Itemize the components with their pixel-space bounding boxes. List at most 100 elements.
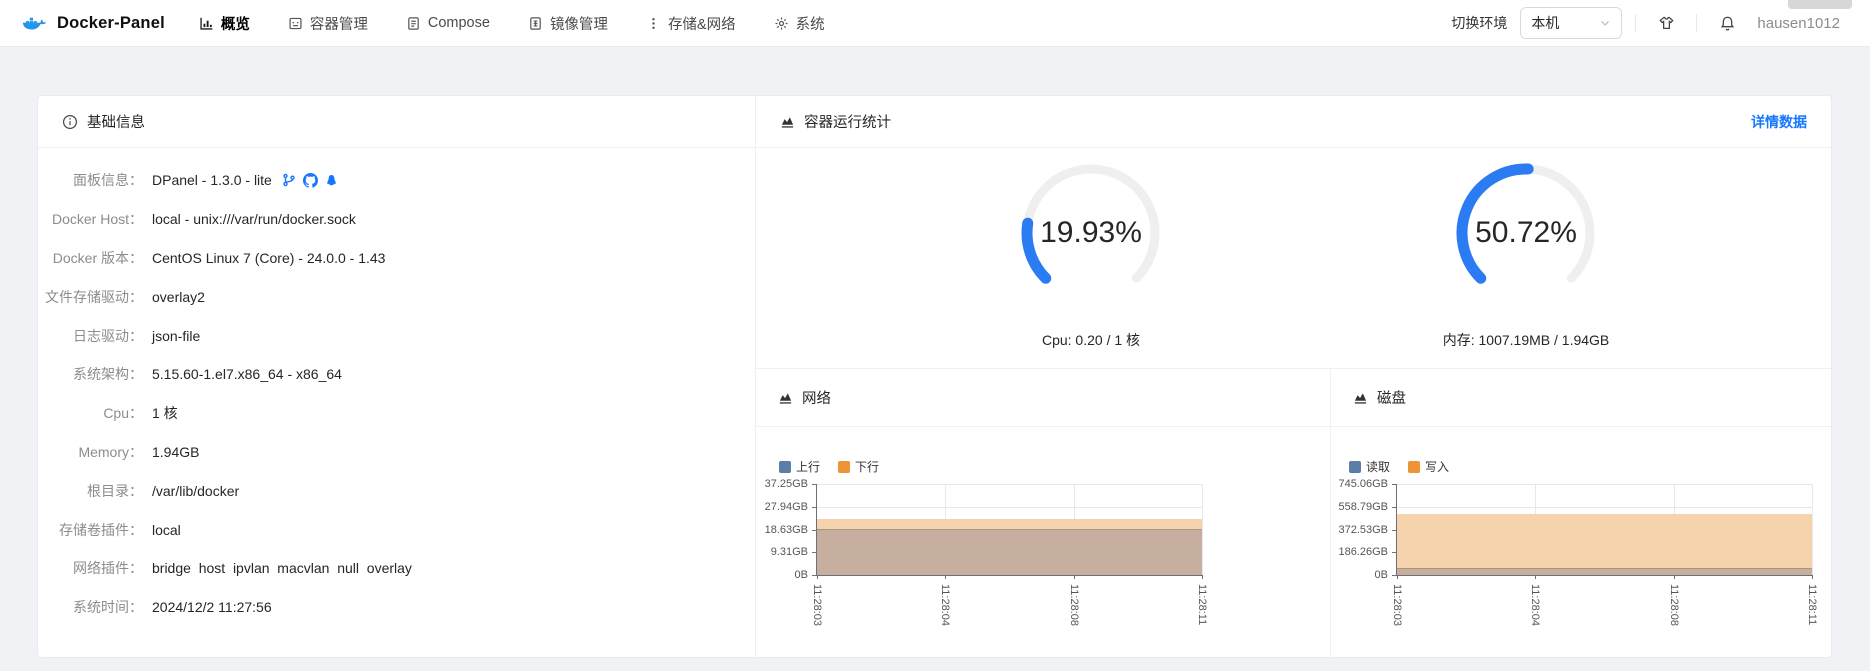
info-label: Memory： bbox=[78, 443, 143, 460]
series-area bbox=[817, 528, 1202, 575]
x-axis-label: 11:28:04 bbox=[1529, 584, 1542, 627]
basic-info-section: 基础信息 面板信息： DPanel - 1.3.0 - lite Docker Ho… bbox=[38, 96, 756, 657]
cpu-gauge-value: 19.93% bbox=[1040, 216, 1142, 249]
y-axis-label: 27.94GB bbox=[764, 500, 808, 513]
menu-label: Compose bbox=[427, 15, 490, 31]
env-switch-label: 切换环境 bbox=[1451, 15, 1508, 31]
area-chart-icon bbox=[780, 114, 795, 129]
chart-legend: 上行 下行 bbox=[779, 458, 879, 475]
panel-link-icons bbox=[282, 172, 338, 188]
github-icon[interactable] bbox=[302, 172, 318, 188]
charts-row: 网络 上行 下行 37.25GB 27.94GB 18.63GB 9.31GB 0B 11:2… bbox=[756, 369, 1831, 657]
legend-label: 上行 bbox=[796, 460, 821, 474]
x-axis-label: 11:28:11 bbox=[1806, 584, 1818, 626]
info-row: Docker Host： local - unix:///var/run/dock… bbox=[38, 200, 755, 239]
info-label: 系统时间： bbox=[73, 599, 143, 616]
y-axis-label: 372.53GB bbox=[1338, 523, 1388, 536]
menu-item-images[interactable]: 镜像管理 bbox=[528, 13, 608, 34]
theme-tshirt-icon[interactable] bbox=[1649, 6, 1683, 40]
series-area bbox=[1397, 567, 1812, 575]
disk-chart-panel: 磁盘 读取 写入 745.06GB 558.79GB 372.53GB 186.26GB 0… bbox=[1331, 369, 1831, 657]
info-value: CentOS Linux 7 (Core) - 24.0.0 - 1.43 bbox=[152, 249, 386, 266]
image-file-icon bbox=[528, 16, 543, 31]
info-row: Docker 版本： CentOS Linux 7 (Core) - 24.0.0… bbox=[38, 239, 755, 278]
main-menu: 概览 容器管理 Compose 镜像管理 存储&网络 系统 bbox=[199, 13, 825, 34]
plot-area: 745.06GB 558.79GB 372.53GB 186.26GB 0B 11:28:… bbox=[1338, 478, 1818, 626]
qq-penguin-icon[interactable] bbox=[325, 173, 338, 188]
legend-item[interactable]: 上行 bbox=[779, 458, 820, 475]
info-label: 存储卷插件： bbox=[59, 521, 143, 538]
legend-item[interactable]: 下行 bbox=[838, 458, 879, 475]
legend-item[interactable]: 写入 bbox=[1408, 458, 1449, 475]
x-axis-label: 11:28:03 bbox=[811, 584, 823, 627]
brand[interactable]: Docker-Panel bbox=[22, 13, 165, 33]
y-axis-label: 0B bbox=[1374, 569, 1388, 581]
info-row: 存储卷插件： local bbox=[38, 510, 755, 549]
top-navbar: Docker-Panel 概览 容器管理 Compose 镜像管理 存储&网络 … bbox=[0, 0, 1870, 47]
series-area bbox=[1397, 513, 1812, 575]
notification-bell-icon[interactable] bbox=[1710, 6, 1744, 40]
info-row: 日志驱动： json-file bbox=[38, 316, 755, 355]
legend-marker bbox=[1349, 460, 1361, 473]
disk-chart: 读取 写入 745.06GB 558.79GB 372.53GB 186.26GB 0B 11… bbox=[1331, 427, 1831, 657]
info-row: Cpu： 1 核 bbox=[38, 394, 755, 433]
info-value: json-file bbox=[152, 327, 201, 344]
info-row: Memory： 1.94GB bbox=[38, 433, 755, 472]
network-panel-title: 网络 bbox=[802, 391, 831, 407]
corner-overlay bbox=[1788, 0, 1852, 9]
memory-gauge-label: 内存: 1007.19MB / 1.94GB bbox=[1442, 332, 1610, 348]
chevron-down-icon bbox=[1599, 17, 1611, 29]
x-axis-label: 11:28:08 bbox=[1067, 584, 1080, 627]
legend-marker bbox=[779, 460, 791, 473]
info-row: 网络插件： bridge host ipvlan macvlan null ove… bbox=[38, 549, 755, 588]
stats-section: 容器运行统计 详情数据 19.93% Cpu: 0.20 / 1 核 50.72… bbox=[756, 96, 1831, 657]
container-stats-title: 容器运行统计 bbox=[804, 115, 891, 131]
plot-area: 37.25GB 27.94GB 18.63GB 9.31GB 0B 11:28:03 11:… bbox=[765, 478, 1208, 626]
container-stats-header: 容器运行统计 详情数据 bbox=[756, 96, 1831, 148]
info-label: 日志驱动： bbox=[73, 327, 143, 344]
basic-info-title: 基础信息 bbox=[87, 115, 145, 131]
menu-label: 镜像管理 bbox=[549, 16, 608, 33]
cpu-gauge: 19.93% Cpu: 0.20 / 1 核 bbox=[981, 158, 1201, 350]
info-value: overlay2 bbox=[152, 288, 205, 305]
system-gear-icon bbox=[774, 16, 789, 31]
legend-marker bbox=[838, 460, 851, 473]
username[interactable]: hausen1012 bbox=[1757, 15, 1840, 32]
x-axis-label: 11:28:08 bbox=[1667, 584, 1680, 627]
info-value: 2024/12/2 11:27:56 bbox=[152, 599, 272, 616]
info-label: 系统架构： bbox=[73, 366, 143, 383]
disk-panel-header: 磁盘 bbox=[1331, 369, 1831, 427]
info-label: 文件存储驱动： bbox=[45, 288, 143, 305]
chart-legend: 读取 写入 bbox=[1349, 458, 1449, 475]
menu-item-containers[interactable]: 容器管理 bbox=[288, 13, 368, 34]
x-axis-label: 11:28:04 bbox=[939, 584, 952, 627]
info-value: 5.15.60-1.el7.x86_64 - x86_64 bbox=[152, 366, 342, 383]
info-row: 根目录： /var/lib/docker bbox=[38, 471, 755, 510]
legend-label: 写入 bbox=[1425, 460, 1450, 474]
area-chart-icon bbox=[1353, 390, 1368, 405]
menu-item-overview[interactable]: 概览 bbox=[199, 13, 250, 34]
legend-item[interactable]: 读取 bbox=[1349, 458, 1390, 475]
info-value: 1.94GB bbox=[152, 443, 200, 460]
info-row: 文件存储驱动： overlay2 bbox=[38, 277, 755, 316]
git-branch-icon[interactable] bbox=[282, 173, 296, 187]
y-axis-label: 186.26GB bbox=[1338, 546, 1388, 559]
network-chart-panel: 网络 上行 下行 37.25GB 27.94GB 18.63GB 9.31GB 0B 11:2… bbox=[756, 369, 1331, 657]
info-value: /var/lib/docker bbox=[152, 482, 240, 499]
menu-item-system[interactable]: 系统 bbox=[774, 13, 825, 34]
info-label: Cpu： bbox=[103, 405, 143, 422]
y-axis-label: 0B bbox=[794, 569, 808, 581]
navbar-right: 切换环境 本机 hausen1012 bbox=[1451, 6, 1870, 40]
detail-data-link[interactable]: 详情数据 bbox=[1751, 112, 1807, 132]
environment-select[interactable]: 本机 bbox=[1520, 7, 1623, 39]
overview-chart-icon bbox=[199, 16, 214, 31]
menu-item-compose[interactable]: Compose bbox=[406, 15, 490, 31]
network-chart: 上行 下行 37.25GB 27.94GB 18.63GB 9.31GB 0B 11:28:0… bbox=[756, 427, 1330, 657]
menu-label: 存储&网络 bbox=[667, 16, 736, 33]
area-chart-icon bbox=[778, 390, 793, 405]
x-axis-label: 11:28:03 bbox=[1391, 584, 1403, 627]
storage-network-dots-icon bbox=[646, 16, 661, 31]
info-value: local - unix:///var/run/docker.sock bbox=[152, 211, 356, 228]
info-label: 网络插件： bbox=[73, 560, 143, 577]
menu-item-storage-network[interactable]: 存储&网络 bbox=[646, 13, 736, 34]
